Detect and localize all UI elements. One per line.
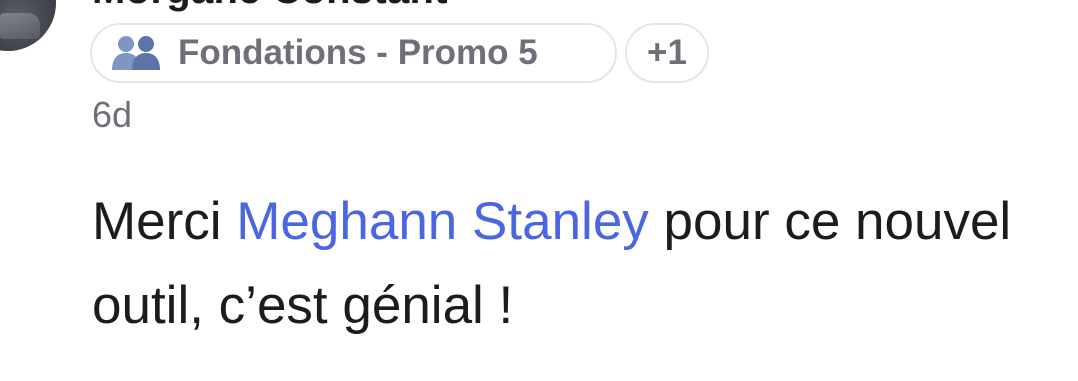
avatar[interactable] bbox=[0, 0, 56, 51]
group-icon bbox=[110, 34, 162, 72]
group-chip-label: Fondations - Promo 5 bbox=[178, 33, 538, 72]
author-name[interactable]: Morgane Constant bbox=[92, 0, 448, 10]
more-groups-chip[interactable]: +1 bbox=[625, 23, 709, 83]
message-text-before: Merci bbox=[92, 192, 237, 251]
mention-link[interactable]: Meghann Stanley bbox=[236, 192, 649, 251]
group-chips: Fondations - Promo 5 +1 bbox=[90, 23, 709, 83]
post-timestamp[interactable]: 6d bbox=[92, 97, 132, 133]
post-message: Merci Meghann Stanley pour ce nouvel out… bbox=[92, 180, 1052, 348]
group-chip[interactable]: Fondations - Promo 5 bbox=[90, 23, 617, 83]
post-card: Morgane Constant Fondations - Promo 5 +1… bbox=[0, 0, 1078, 381]
